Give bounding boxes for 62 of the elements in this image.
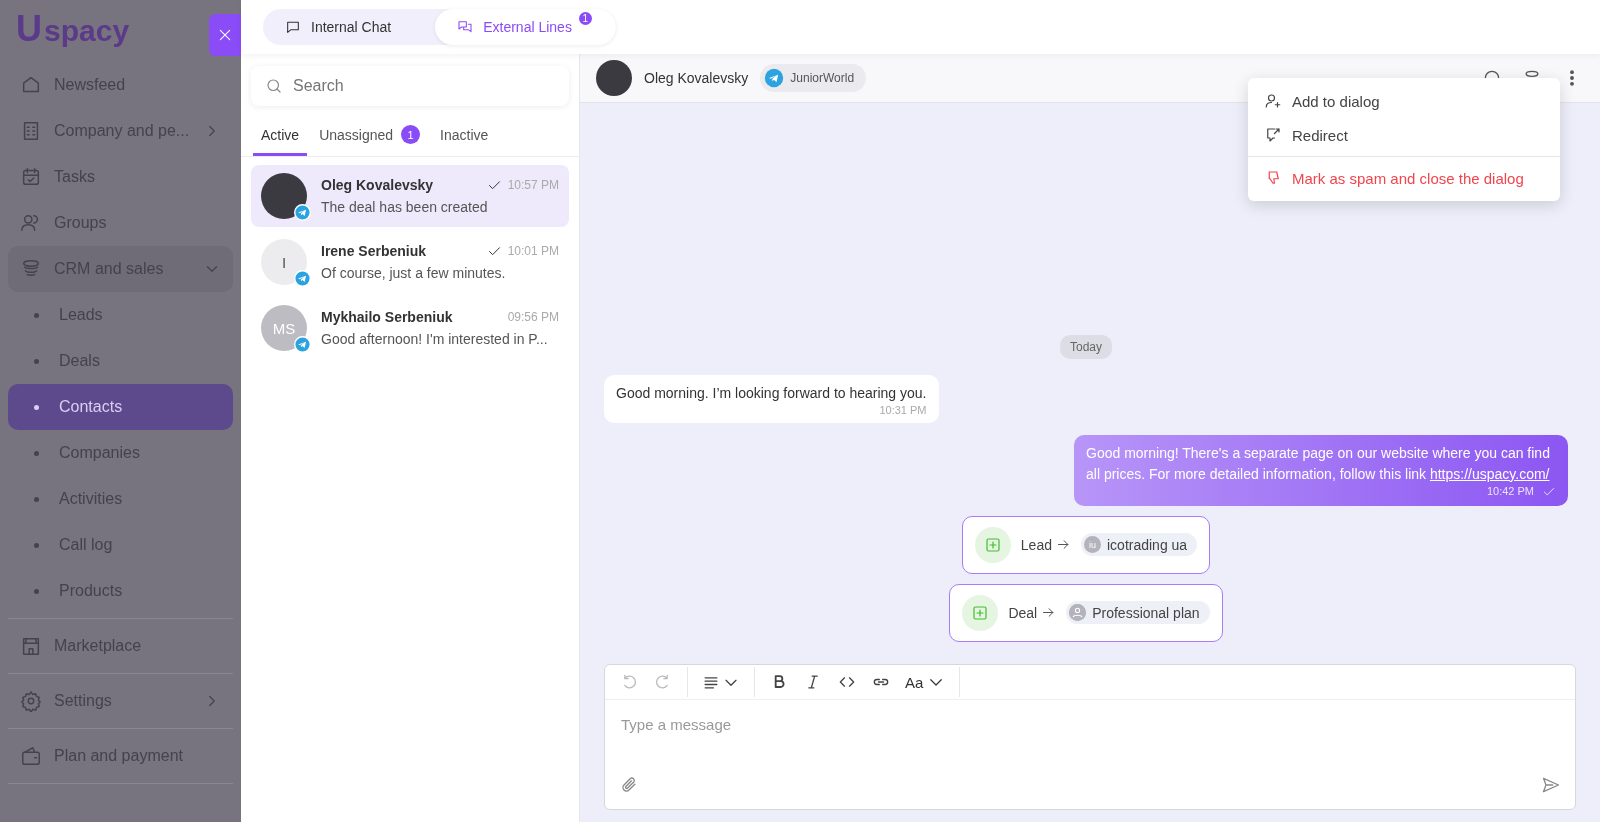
entity-label: Lead [1020,536,1052,553]
message-editor[interactable]: Aa Type a message [604,664,1576,810]
nav-icon [20,745,42,767]
entity-chip[interactable]: iu icotrading ua [1081,533,1198,557]
chat-bubbles-icon [457,19,474,35]
logo: Uspacy [15,7,131,51]
message-time: 10:57 PM [507,178,559,192]
contact-name: Oleg Kovalevsky [644,70,749,86]
entity-label: Deal [1008,604,1038,621]
menu-item[interactable]: Add to dialog [1248,84,1560,118]
message-time: 10:42 PM [1486,483,1534,499]
channel-chip: JuniorWorld [760,64,867,92]
telegram-icon [294,336,311,353]
tab[interactable]: Internal Chat [263,9,436,45]
search-field[interactable]: Search [251,66,569,106]
count-badge: 1 [578,12,592,25]
contact-name: Oleg Kovalevsky [321,177,435,193]
send-icon[interactable] [1541,775,1561,795]
nav-icon [20,635,42,657]
message-time: 10:01 PM [507,244,559,258]
message-time: 10:31 PM [879,403,927,419]
avatar [596,60,632,96]
tab[interactable]: External Lines 1 [435,9,616,45]
entity-chip[interactable]: Professional plan [1066,601,1210,625]
conversation-item[interactable]: Oleg Kovalevsky 10:57 PM The deal has been created [251,165,569,227]
plus-icon [974,526,1011,563]
avatar: MS [261,305,307,351]
message-preview: The deal has been created [321,199,489,215]
avatar: iu [1084,536,1101,554]
close-icon [217,27,233,43]
tab[interactable]: Inactive [432,116,497,156]
message-time: 09:56 PM [507,310,559,324]
telegram-icon [294,204,311,221]
conversation-item[interactable]: MS Mykhailo Serbeniuk 09:56 PM Good afternoon! I'm interested in P... [251,297,569,359]
font-size-dropdown[interactable]: Aa [905,673,946,691]
message-text: Good morning! There's a separate page on our website where you can find all prices. For more detailed information, follow this link https://uspacy.com/ [1086,444,1551,484]
contact-name: Irene Serbeniuk [321,243,428,259]
redirect-icon [1264,126,1282,144]
plus-icon [962,594,999,631]
menu-item[interactable]: Mark as spam and close the dialog [1248,161,1560,195]
date-chip: Today [1060,335,1112,359]
add-user-icon [1264,92,1282,110]
tab[interactable]: Active [253,116,308,156]
telegram-icon [764,68,785,88]
avatar-icon [1069,604,1087,622]
message-text: Good morning. I’m looking forward to hearing you. [616,384,927,403]
link[interactable]: https://uspacy.com/ [1429,465,1550,482]
chat-bubble-icon [285,19,301,35]
message-preview: Of course, just a few minutes. [321,265,507,281]
nav-icon [20,690,42,712]
menu-item[interactable]: Redirect [1248,118,1560,152]
message-preview: Good afternoon! I'm interested in P... [321,331,549,347]
nav-icon [20,166,42,188]
search-input[interactable]: Search [291,76,555,96]
avatar: I [261,239,307,285]
search-icon [265,77,283,95]
contact-name: Mykhailo Serbeniuk [321,309,454,325]
tab[interactable]: Unassigned 1 [311,116,429,156]
avatar [261,173,307,219]
nav-subitem[interactable]: Contacts [8,384,233,430]
conversation-item[interactable]: I Irene Serbeniuk 10:01 PM Of course, just a few minutes. [251,231,569,293]
telegram-icon [294,270,311,287]
